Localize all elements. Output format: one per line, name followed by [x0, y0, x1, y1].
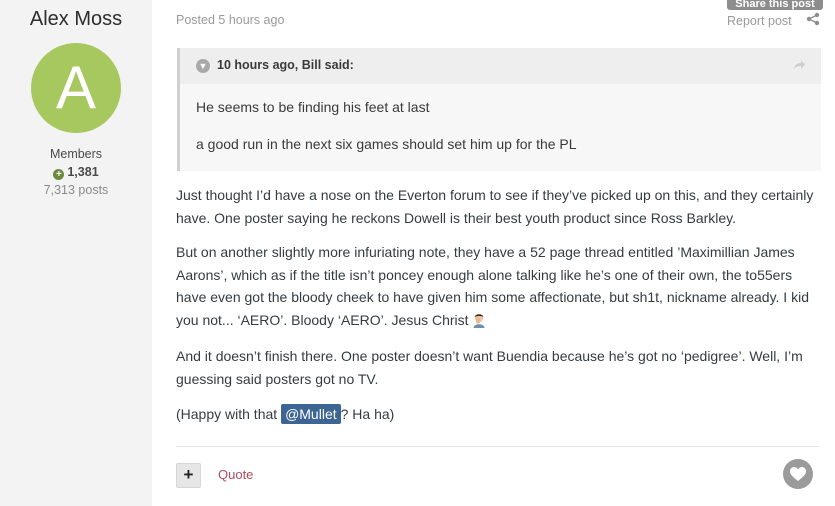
facepalm-emoji-icon: [473, 313, 485, 328]
quote-header: ▼ 10 hours ago, Bill said:: [180, 48, 821, 84]
react-button[interactable]: [783, 459, 813, 489]
post-paragraph: (Happy with that @Mullet? Ha ha): [176, 403, 816, 426]
share-icon[interactable]: [806, 12, 820, 26]
chevron-down-icon[interactable]: ▼: [196, 59, 210, 73]
quote-block: ▼ 10 hours ago, Bill said: He seems to b…: [177, 48, 821, 171]
post-paragraph-text: (Happy with that: [176, 406, 282, 422]
share-tooltip: Share this post: [727, 0, 823, 10]
quote-citation: 10 hours ago, Bill said:: [217, 58, 354, 72]
post-divider: [176, 446, 819, 447]
post-paragraph: Just thought I’d have a nose on the Ever…: [176, 187, 814, 226]
post-paragraph-text: ? Ha ha): [340, 406, 395, 422]
post-count: 7,313 posts: [43, 183, 109, 197]
posted-time[interactable]: Posted 5 hours ago: [176, 13, 284, 27]
post-paragraph: But on another slightly more infuriating…: [176, 241, 816, 331]
user-mention-link[interactable]: @Mullet: [281, 404, 341, 424]
post-paragraph-text: But on another slightly more infuriating…: [176, 244, 809, 328]
author-panel: Alex Moss A Members +1,381 7,313 posts: [0, 0, 152, 506]
author-name[interactable]: Alex Moss: [0, 8, 152, 31]
quote-text-line: a good run in the next six games should …: [196, 136, 577, 152]
quote-text-line: He seems to be finding his feet at last: [196, 99, 430, 115]
member-group: Members: [49, 147, 103, 161]
heart-icon: [790, 467, 806, 481]
post-paragraph: And it doesn’t finish there. One poster …: [176, 348, 803, 387]
quote-button[interactable]: Quote: [218, 467, 253, 482]
share-arrow-icon[interactable]: [792, 58, 806, 72]
avatar[interactable]: A: [31, 43, 121, 133]
report-post-link[interactable]: Report post: [727, 14, 792, 28]
reputation-badge: +1,381: [0, 165, 152, 180]
reputation-count: 1,381: [67, 165, 99, 179]
multiquote-button[interactable]: +: [176, 463, 201, 488]
plus-circle-icon: +: [53, 169, 65, 180]
